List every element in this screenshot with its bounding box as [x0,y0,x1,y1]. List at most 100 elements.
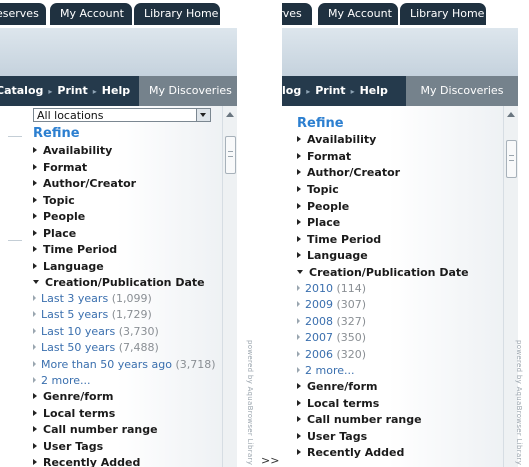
tab-my-account[interactable]: My Account [318,3,398,25]
facet-label: Availability [43,144,113,157]
facet-call-number-range[interactable]: Call number range [33,422,158,438]
vertical-scrollbar[interactable] [222,106,237,467]
facet-place[interactable]: Place [33,226,76,242]
chevron-right-icon: ▸ [306,87,311,96]
facet-availability[interactable]: Availability [33,143,112,159]
triangle-right-icon [297,169,301,175]
tab-my-account[interactable]: My Account [50,3,132,25]
nav-link-catalog[interactable]: Catalog [0,84,43,97]
triangle-down-icon [297,270,303,274]
facet-recently-added[interactable]: Recently Added [33,455,140,467]
facet-local-terms[interactable]: Local terms [297,396,379,412]
facet-language[interactable]: Language [33,259,104,275]
facet-language[interactable]: Language [297,248,368,264]
triangle-right-icon [297,383,301,389]
facet-format[interactable]: Format [297,149,351,165]
option-label: 2008 [305,315,333,328]
date-option[interactable]: Last 5 years (1,729) [33,307,152,323]
triangle-right-icon [33,393,37,399]
my-discoveries-button[interactable]: My Discoveries [406,76,518,106]
triangle-down-icon [33,280,39,284]
chevron-down-icon[interactable] [196,109,210,121]
facet-author-creator[interactable]: Author/Creator [33,176,136,192]
tab-reserves[interactable]: eserves [0,3,46,25]
powered-by-label: powered by AquaBrowser Library [246,340,254,466]
tab-library-home[interactable]: Library Home [400,3,486,25]
triangle-right-icon [33,230,37,236]
triangle-right-icon [297,203,301,209]
header-banner [282,28,518,76]
location-select[interactable]: All locations [33,108,211,122]
triangle-right-icon [297,186,301,192]
date-option[interactable]: 2006 (320) [297,347,366,363]
bullet-icon [297,334,300,340]
nav-link-print[interactable]: Print [315,84,345,97]
tab-library-home[interactable]: Library Home [134,3,220,25]
scrollbar-thumb[interactable] [225,136,236,174]
facet-topic[interactable]: Topic [33,193,75,209]
facet-author-creator[interactable]: Author/Creator [297,165,400,181]
nav-link-help[interactable]: Help [102,84,130,97]
screenshot-panel-before: eserves My Account Library Home Catalog ▸… [0,0,237,467]
facet-local-terms[interactable]: Local terms [33,406,115,422]
facet-format[interactable]: Format [33,160,87,176]
facet-availability[interactable]: Availability [297,132,376,148]
facet-label: People [43,210,86,223]
facet-people[interactable]: People [33,209,85,225]
content-area: All locations Refine Availability Format… [0,106,237,467]
scroll-up-icon[interactable] [226,112,234,117]
facet-time-period[interactable]: Time Period [33,242,117,258]
facet-label: Creation/Publication Date [309,266,469,279]
scrollbar-thumb[interactable] [506,140,517,178]
facet-topic[interactable]: Topic [297,182,339,198]
nav-link-catalog[interactable]: log [282,84,301,97]
triangle-right-icon [33,197,37,203]
facet-user-tags[interactable]: User Tags [297,429,367,445]
bullet-icon [297,367,300,373]
facet-recently-added[interactable]: Recently Added [297,445,404,461]
facet-people[interactable]: People [297,199,349,215]
date-option[interactable]: 2010 (114) [297,281,366,297]
triangle-right-icon [33,426,37,432]
facet-creation-publication-date[interactable]: Creation/Publication Date [33,275,205,291]
triangle-right-icon [297,449,301,455]
option-label: 2007 [305,331,333,344]
facet-genre-form[interactable]: Genre/form [297,379,377,395]
powered-by-label: powered by AquaBrowser Library [515,340,523,466]
facet-time-period[interactable]: Time Period [297,232,381,248]
tab-reserves[interactable]: rves [282,3,312,25]
date-option[interactable]: 2007 (350) [297,330,366,346]
date-option[interactable]: 2009 (307) [297,297,366,313]
nav-link-help[interactable]: Help [360,84,388,97]
scroll-up-icon[interactable] [507,112,515,117]
date-option[interactable]: Last 50 years (7,488) [33,340,159,356]
option-count: (327) [336,315,367,328]
triangle-right-icon [297,219,301,225]
facet-genre-form[interactable]: Genre/form [33,389,113,405]
bullet-icon [33,311,36,317]
triangle-right-icon [297,433,301,439]
my-discoveries-button[interactable]: My Discoveries [139,76,237,106]
date-option[interactable]: Last 10 years (3,730) [33,324,159,340]
facet-label: Call number range [43,423,158,436]
more-link[interactable]: 2 more... [297,363,354,379]
facet-creation-publication-date[interactable]: Creation/Publication Date [297,265,469,281]
chevron-right-icon: ▸ [92,87,97,96]
date-option[interactable]: More than 50 years ago (3,718) [33,357,216,373]
option-count: (3,718) [175,358,216,371]
facet-label: Local terms [307,397,380,410]
date-option[interactable]: 2008 (327) [297,314,366,330]
facet-place[interactable]: Place [297,215,340,231]
option-label: 2010 [305,282,333,295]
option-label: Last 10 years [41,325,116,338]
facet-label: Place [307,216,341,229]
facet-user-tags[interactable]: User Tags [33,439,103,455]
triangle-right-icon [33,180,37,186]
chevron-right-icon: ▸ [48,87,53,96]
more-link[interactable]: 2 more... [33,373,90,389]
date-option[interactable]: Last 3 years (1,099) [33,291,152,307]
facet-call-number-range[interactable]: Call number range [297,412,422,428]
triangle-right-icon [33,246,37,252]
nav-link-print[interactable]: Print [57,84,87,97]
refine-sidebar: All locations Refine Availability Format… [30,106,223,467]
